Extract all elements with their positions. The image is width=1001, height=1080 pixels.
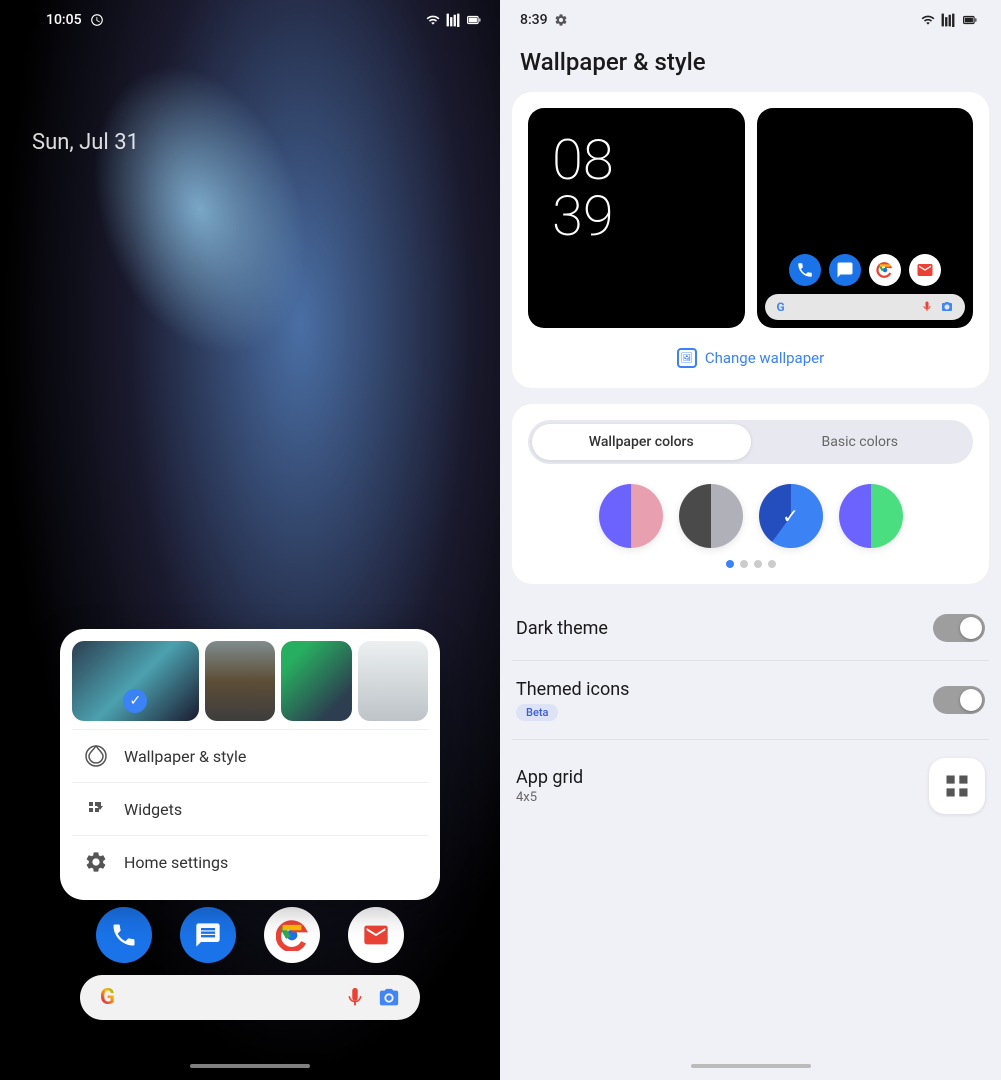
thumb-2[interactable]: [205, 641, 275, 721]
dark-theme-toggle[interactable]: [933, 614, 985, 642]
dot-3: [754, 560, 762, 568]
camera-search-icon[interactable]: [378, 987, 400, 1009]
left-status-bar: 10:05: [0, 0, 500, 40]
context-menu: ✓ Wallpaper & style Widgets Home setting…: [60, 629, 440, 900]
phone-app-icon[interactable]: [96, 907, 152, 963]
right-panel: 8:39 Wallpaper & style 0839: [500, 0, 1001, 1080]
tab-wallpaper-colors[interactable]: Wallpaper colors: [532, 424, 751, 460]
dot-1: [726, 560, 734, 568]
bottom-dock: G: [0, 907, 500, 1020]
mini-gmail-icon: [909, 254, 941, 286]
color-section: Wallpaper colors Basic colors ✓: [512, 404, 989, 584]
wallpaper-preview-card: 0839: [512, 92, 989, 388]
tab-basic-colors[interactable]: Basic colors: [751, 424, 970, 460]
left-time: 10:05: [46, 12, 82, 28]
wallpaper-thumbnails: ✓: [72, 641, 428, 721]
palette-icon: [84, 744, 108, 768]
widgets-icon: [84, 797, 108, 821]
swatch-selected-check: ✓: [759, 484, 823, 548]
dot-4: [768, 560, 776, 568]
app-grid-sub: 4x5: [516, 790, 583, 805]
dark-theme-label-group: Dark theme: [516, 618, 608, 639]
wallpaper-menu-label: Wallpaper & style: [124, 747, 246, 766]
right-wifi-icon: [919, 13, 937, 27]
color-swatch-3[interactable]: ✓: [759, 484, 823, 548]
change-wallpaper-label: Change wallpaper: [705, 349, 824, 367]
mic-icon[interactable]: [344, 987, 366, 1009]
signal-icon: [446, 13, 460, 27]
change-wallpaper-button[interactable]: 🖼 Change wallpaper: [528, 344, 973, 372]
color-swatch-2[interactable]: [679, 484, 743, 548]
menu-item-wallpaper[interactable]: Wallpaper & style: [72, 729, 428, 782]
chrome-app-icon[interactable]: [264, 907, 320, 963]
right-time: 8:39: [520, 12, 568, 28]
menu-item-home-settings[interactable]: Home settings: [72, 835, 428, 888]
widgets-menu-label: Widgets: [124, 800, 182, 819]
preview-screens: 0839: [528, 108, 973, 328]
left-home-indicator: [190, 1064, 310, 1068]
mini-app-row: [765, 254, 966, 286]
color-swatches: ✓: [528, 484, 973, 548]
dot-2: [740, 560, 748, 568]
right-status-icons: [919, 13, 981, 27]
settings-section: Dark theme Themed icons Beta App grid 4x…: [500, 596, 1001, 832]
app-grid-icon: [929, 758, 985, 814]
thumb-4[interactable]: [358, 641, 428, 721]
home-screen-dock: G: [765, 254, 966, 320]
mini-messages-icon: [829, 254, 861, 286]
wallpaper-btn-icon: 🖼: [677, 348, 697, 368]
settings-status-icon: [554, 13, 568, 27]
color-swatch-1[interactable]: [599, 484, 663, 548]
google-logo: G: [100, 985, 115, 1010]
thumb-3[interactable]: [281, 641, 351, 721]
app-grid-label-group: App grid 4x5: [516, 767, 583, 805]
battery-icon: [464, 13, 484, 27]
settings-icon: [84, 850, 108, 874]
themed-icons-toggle[interactable]: [933, 686, 985, 714]
gmail-app-icon[interactable]: [348, 907, 404, 963]
menu-item-widgets[interactable]: Widgets: [72, 782, 428, 835]
wifi-icon: [424, 13, 442, 27]
lock-screen-clock: 0839: [528, 108, 745, 268]
app-row: [96, 907, 404, 963]
app-grid-row[interactable]: App grid 4x5: [512, 740, 989, 832]
left-date: Sun, Jul 31: [32, 130, 139, 155]
mini-phone-icon: [789, 254, 821, 286]
right-signal-icon: [941, 13, 955, 27]
right-home-indicator: [691, 1064, 811, 1068]
color-tabs: Wallpaper colors Basic colors: [528, 420, 973, 464]
thumb-check: ✓: [123, 689, 147, 713]
dark-theme-label: Dark theme: [516, 618, 608, 639]
app-grid-label: App grid: [516, 767, 583, 788]
themed-icons-label: Themed icons: [516, 679, 629, 700]
color-swatch-4[interactable]: [839, 484, 903, 548]
lock-screen-preview: 0839: [528, 108, 745, 328]
right-status-bar: 8:39: [500, 0, 1001, 40]
mini-search-bar: G: [765, 294, 966, 320]
right-battery-icon: [959, 13, 981, 27]
themed-icons-row: Themed icons Beta: [512, 661, 989, 740]
home-screen-preview: G: [757, 108, 974, 328]
left-panel: 10:05 Sun, Jul 31 ✓ Wallpaper & style: [0, 0, 500, 1080]
home-settings-label: Home settings: [124, 853, 228, 872]
alarm-icon: [90, 13, 104, 27]
left-status-icons: [424, 13, 484, 27]
dark-theme-row: Dark theme: [512, 596, 989, 661]
left-search-bar[interactable]: G: [80, 975, 420, 1020]
mini-chrome-icon: [869, 254, 901, 286]
messages-app-icon[interactable]: [180, 907, 236, 963]
page-title: Wallpaper & style: [500, 40, 1001, 92]
pagination-dots: [528, 560, 973, 568]
thumb-1[interactable]: ✓: [72, 641, 199, 721]
camera-dot: [16, 9, 38, 31]
themed-icons-label-group: Themed icons Beta: [516, 679, 629, 721]
beta-badge: Beta: [516, 704, 558, 721]
